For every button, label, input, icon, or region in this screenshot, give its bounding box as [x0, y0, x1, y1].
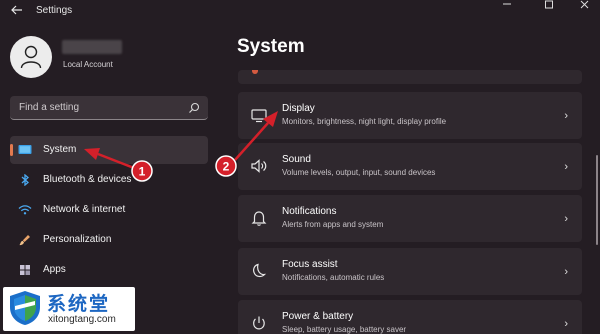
paintbrush-icon	[19, 235, 30, 246]
display-icon	[18, 145, 32, 154]
card-subtitle: Monitors, brightness, night light, displ…	[282, 117, 447, 126]
moon-icon	[253, 263, 267, 278]
sidebar-item-personalization[interactable]: Personalization	[10, 226, 208, 254]
wifi-icon	[18, 205, 32, 215]
minimize-icon	[503, 3, 511, 5]
card-title: Display	[282, 103, 315, 114]
sidebar-item-bluetooth[interactable]: Bluetooth & devices	[10, 166, 208, 194]
sidebar-item-label: Bluetooth & devices	[43, 174, 132, 185]
sidebar-item-label: Network & internet	[43, 204, 126, 215]
speaker-icon	[251, 159, 267, 173]
monitor-icon	[251, 109, 267, 123]
bell-icon	[251, 211, 267, 226]
app-title: Settings	[36, 5, 73, 16]
close-icon	[580, 0, 589, 9]
card-title: Sound	[282, 154, 311, 165]
active-indicator	[10, 144, 13, 156]
annotation-badge-2: 2	[215, 155, 237, 177]
card-title: Power & battery	[282, 311, 354, 322]
settings-card-partial[interactable]	[238, 70, 582, 84]
sidebar-item-system[interactable]: System	[10, 136, 208, 164]
card-subtitle: Notifications, automatic rules	[282, 273, 385, 282]
annotation-number-2: 2	[223, 160, 230, 174]
back-button[interactable]	[10, 3, 28, 19]
sidebar-item-apps[interactable]: Apps	[10, 256, 208, 284]
sidebar-item-network[interactable]: Network & internet	[10, 196, 208, 224]
settings-card-notifications[interactable]: Notifications Alerts from apps and syste…	[238, 195, 582, 242]
search-icon[interactable]	[188, 102, 200, 114]
settings-card-power[interactable]: Power & battery Sleep, battery usage, ba…	[238, 300, 582, 334]
sidebar-item-label: Apps	[43, 264, 66, 275]
maximize-icon	[545, 0, 553, 9]
avatar[interactable]	[10, 36, 52, 78]
page-title: System	[237, 36, 305, 57]
card-subtitle: Sleep, battery usage, battery saver	[282, 325, 407, 334]
card-title: Focus assist	[282, 259, 338, 270]
search-input[interactable]	[10, 96, 180, 119]
card-subtitle: Volume levels, output, input, sound devi…	[282, 168, 436, 177]
scrollbar[interactable]	[596, 155, 598, 245]
shield-logo-icon	[10, 291, 40, 325]
apps-icon	[20, 265, 30, 275]
watermark: 系统堂 xitongtang.com	[3, 287, 135, 331]
chevron-right-icon: ›	[564, 110, 568, 122]
settings-card-focus-assist[interactable]: Focus assist Notifications, automatic ru…	[238, 248, 582, 295]
back-arrow-icon	[11, 5, 22, 15]
chevron-right-icon: ›	[564, 161, 568, 173]
card-icon-partial	[252, 70, 258, 74]
bluetooth-icon	[21, 174, 29, 186]
chevron-right-icon: ›	[564, 213, 568, 225]
search-box[interactable]	[10, 96, 208, 120]
power-icon	[253, 316, 265, 330]
minimize-button[interactable]	[490, 0, 524, 12]
account-name-redacted	[62, 40, 122, 54]
card-subtitle: Alerts from apps and system	[282, 220, 384, 229]
settings-card-display[interactable]: Display Monitors, brightness, night ligh…	[238, 92, 582, 139]
sidebar-item-label: Personalization	[43, 234, 112, 245]
chevron-right-icon: ›	[564, 266, 568, 278]
close-button[interactable]	[568, 0, 600, 12]
title-bar: Settings	[0, 0, 600, 24]
card-title: Notifications	[282, 206, 337, 217]
sidebar-item-label: System	[43, 144, 77, 155]
settings-card-sound[interactable]: Sound Volume levels, output, input, soun…	[238, 143, 582, 190]
user-icon	[20, 45, 42, 69]
watermark-title: 系统堂	[47, 293, 111, 315]
account-type-label: Local Account	[63, 60, 113, 69]
watermark-url: xitongtang.com	[48, 314, 116, 325]
chevron-right-icon: ›	[564, 318, 568, 330]
maximize-button[interactable]	[532, 0, 566, 12]
